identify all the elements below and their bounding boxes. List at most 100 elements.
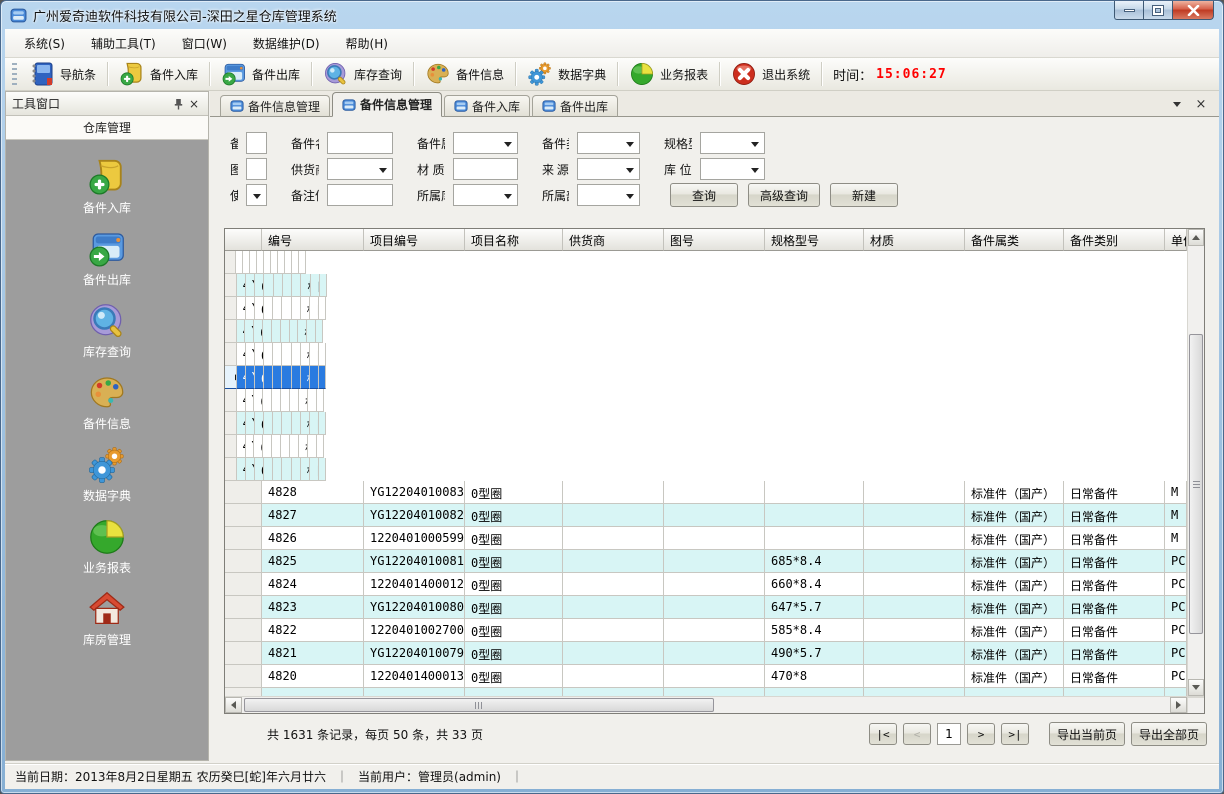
toolbar-exit-button[interactable]: 退出系统 <box>723 59 818 89</box>
row-selector-cell[interactable] <box>225 251 236 274</box>
last-page-button[interactable]: >| <box>1001 723 1029 745</box>
table-row[interactable]: 4822 1220401002700 0型圈 585*8.4 标准件（国产） 日… <box>225 619 1187 642</box>
vertical-scrollbar[interactable] <box>1187 229 1204 696</box>
page-number-input[interactable]: 1 <box>937 723 961 745</box>
export-all-pages-button[interactable]: 导出全部页 <box>1131 722 1207 746</box>
table-row[interactable]: 4838 YG12204010093 0型圈 标准件（国产） 日常备件 <box>225 251 262 274</box>
table-row[interactable]: 4835 YG12204010090 0型圈 标准件（国产） 日常备件 <box>225 320 323 343</box>
form-field[interactable] <box>453 184 518 206</box>
form-field[interactable] <box>327 158 393 180</box>
toolbar-parts-in-button[interactable]: 备件入库 <box>111 59 206 89</box>
row-selector-cell[interactable] <box>225 412 237 435</box>
toolbar-parts-out-button[interactable]: 备件出库 <box>213 59 308 89</box>
row-selector-cell[interactable] <box>225 665 262 688</box>
column-header[interactable]: 图号 <box>664 229 765 251</box>
form-field[interactable] <box>246 184 267 206</box>
export-current-page-button[interactable]: 导出当前页 <box>1049 722 1125 746</box>
menu-window[interactable]: 窗口(W) <box>169 29 240 58</box>
form-field[interactable] <box>577 132 640 154</box>
toolbar-navbar-button[interactable]: 导航条 <box>21 59 104 89</box>
column-header[interactable]: 备件属类 <box>965 229 1064 251</box>
sidebar-item-parts-out[interactable]: 备件出库 <box>83 229 131 288</box>
column-header[interactable]: 项目名称 <box>465 229 563 251</box>
table-row[interactable]: 4829 YG12204010084 0型圈 标准件（国产） 日常备件 <box>225 458 326 481</box>
column-header[interactable]: 供货商 <box>563 229 664 251</box>
menu-help[interactable]: 帮助(H) <box>333 29 401 58</box>
row-selector-cell[interactable] <box>225 688 262 696</box>
row-selector-cell[interactable] <box>225 458 237 481</box>
horizontal-scroll-track[interactable] <box>242 697 1170 713</box>
table-row[interactable]: 4821 YG12204010079 0型圈 490*5.7 标准件（国产） 日… <box>225 642 1187 665</box>
menu-tools[interactable]: 辅助工具(T) <box>78 29 169 58</box>
row-selector-cell[interactable]: ▶ <box>225 366 237 389</box>
table-row[interactable]: 4837 YG12204010092 0型圈 标准件（国产） 日常备件 <box>225 274 327 297</box>
query-button[interactable]: 查询 <box>670 183 738 207</box>
sidebar-item-data-dict[interactable]: 数据字典 <box>83 445 131 504</box>
form-field[interactable] <box>453 132 518 154</box>
menu-system[interactable]: 系统(S) <box>11 29 78 58</box>
sidebar-item-warehouse[interactable]: 库房管理 <box>83 589 131 648</box>
advanced-query-button[interactable]: 高级查询 <box>748 183 820 207</box>
toolbar-parts-info-button[interactable]: 备件信息 <box>417 59 512 89</box>
scroll-up-button[interactable] <box>1188 229 1204 246</box>
form-field[interactable] <box>577 184 640 206</box>
column-header[interactable]: 编号 <box>262 229 364 251</box>
table-row[interactable]: 4836 YG12204010091 0型圈 标准件（国产） 日常备件 <box>225 297 326 320</box>
column-header[interactable]: 规格型号 <box>765 229 864 251</box>
horizontal-scrollbar[interactable] <box>225 697 1187 713</box>
sidebar-item-parts-info[interactable]: 备件信息 <box>83 373 131 432</box>
table-row[interactable]: 4823 YG12204010080 0型圈 647*5.7 标准件（国产） 日… <box>225 596 1187 619</box>
toolbar-grip[interactable] <box>12 63 17 85</box>
form-field[interactable] <box>453 158 518 180</box>
prev-page-button[interactable]: < <box>903 723 931 745</box>
column-header[interactable]: 材质 <box>864 229 965 251</box>
scroll-right-button[interactable] <box>1170 697 1187 713</box>
column-header[interactable] <box>225 229 262 251</box>
scroll-down-button[interactable] <box>1188 679 1204 696</box>
row-selector-cell[interactable] <box>225 527 262 550</box>
row-selector-cell[interactable] <box>225 320 237 343</box>
create-button[interactable]: 新建 <box>830 183 898 207</box>
row-selector-cell[interactable] <box>225 343 237 366</box>
column-header[interactable]: 备件类别 <box>1064 229 1165 251</box>
pin-button[interactable] <box>170 96 186 112</box>
row-selector-cell[interactable] <box>225 573 262 596</box>
row-selector-cell[interactable] <box>225 297 237 320</box>
table-row[interactable]: 4830 YG12204010085 0型圈 标准件（国产） 日常备件 <box>225 435 324 458</box>
tab-list-button[interactable] <box>1169 96 1185 112</box>
row-selector-cell[interactable] <box>225 435 237 458</box>
minimize-button[interactable] <box>1114 1 1143 20</box>
table-row[interactable]: 4831 YG12204010086 0型圈 标准件（国产） 日常备件 <box>225 412 326 435</box>
tab-parts-info-mgmt-1[interactable]: 备件信息管理 <box>220 95 330 117</box>
tab-parts-in[interactable]: 备件入库 <box>444 95 530 117</box>
table-row[interactable]: 4826 1220401000599 0型圈 标准件（国产） 日常备件 <box>225 527 1187 550</box>
sidebar-item-stock-query[interactable]: 库存查询 <box>83 301 131 360</box>
column-header[interactable]: 单位 <box>1165 229 1187 251</box>
row-selector-cell[interactable] <box>225 274 237 297</box>
vertical-scroll-track[interactable] <box>1188 246 1204 679</box>
form-field[interactable] <box>327 132 393 154</box>
form-field[interactable] <box>246 158 267 180</box>
row-selector-cell[interactable] <box>225 619 262 642</box>
close-button[interactable] <box>1172 1 1214 20</box>
row-selector-cell[interactable] <box>225 504 262 527</box>
next-page-button[interactable]: > <box>967 723 995 745</box>
vertical-scroll-thumb[interactable] <box>1189 334 1203 634</box>
toolbar-data-dict-button[interactable]: 数据字典 <box>519 59 614 89</box>
tab-parts-info-mgmt-2-active[interactable]: 备件信息管理 <box>332 92 442 117</box>
toolbar-report-button[interactable]: 业务报表 <box>621 59 716 89</box>
column-header[interactable]: 项目编号 <box>364 229 465 251</box>
row-selector-cell[interactable] <box>225 596 262 619</box>
form-field[interactable] <box>577 158 640 180</box>
toolbar-stock-query-button[interactable]: 库存查询 <box>315 59 410 89</box>
table-row[interactable]: 4827 YG12204010082 0型圈 标准件（国产） 日常备件 <box>225 504 1187 527</box>
dock-section-header[interactable]: 仓库管理 <box>6 116 208 140</box>
form-field[interactable] <box>246 132 267 154</box>
form-field[interactable] <box>700 158 765 180</box>
horizontal-scroll-thumb[interactable] <box>244 698 714 712</box>
row-selector-cell[interactable] <box>225 642 262 665</box>
sidebar-item-report[interactable]: 业务报表 <box>83 517 131 576</box>
sidebar-item-parts-in[interactable]: 备件入库 <box>83 157 131 216</box>
table-row[interactable]: 4825 YG12204010081 0型圈 685*8.4 标准件（国产） 日… <box>225 550 1187 573</box>
table-row[interactable]: 4828 YG12204010083 0型圈 标准件（国产） 日常备件 <box>225 481 1187 504</box>
